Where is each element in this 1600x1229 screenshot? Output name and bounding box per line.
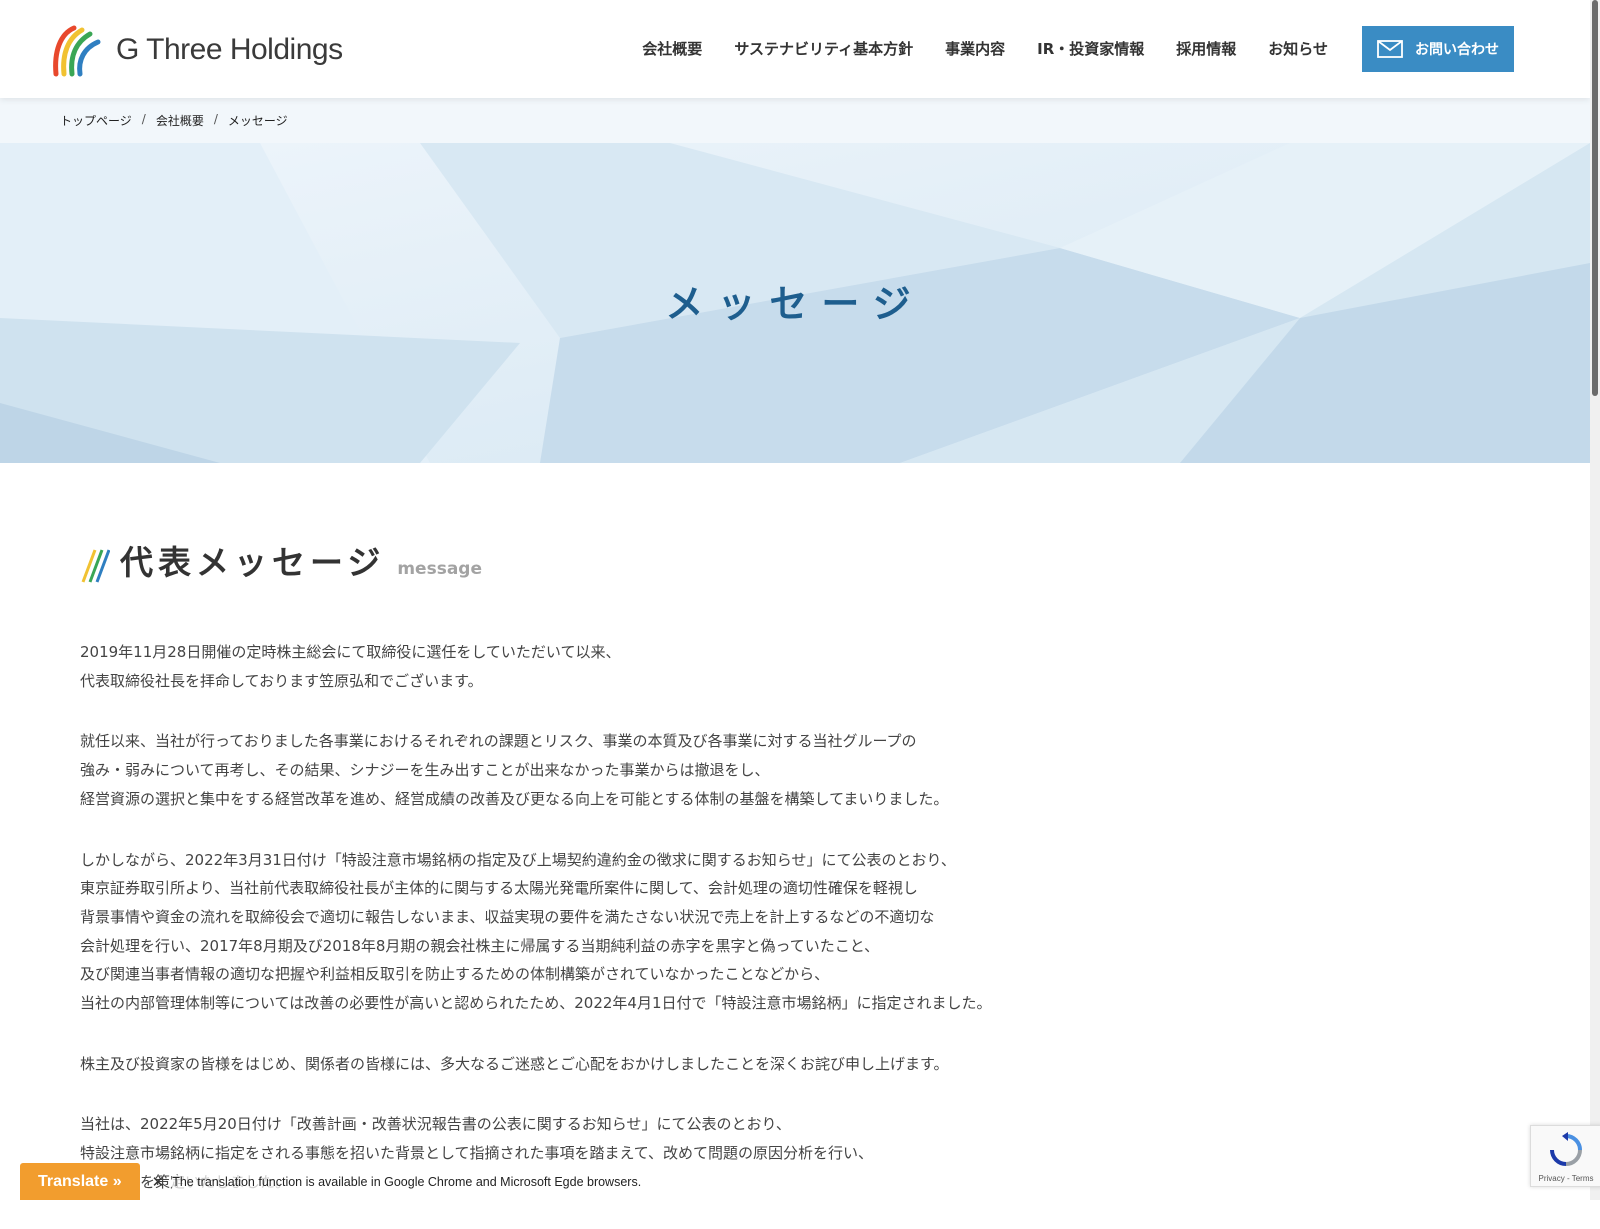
nav-item-company[interactable]: 会社概要 [642, 26, 702, 72]
section-heading: 代表メッセージ message [80, 536, 1180, 586]
site-header: G Three Holdings 会社概要 サステナビリティ基本方針 事業内容 … [0, 0, 1590, 98]
logo[interactable]: G Three Holdings [48, 22, 343, 78]
translate-button[interactable]: Translate » [20, 1163, 140, 1200]
text-line: 会計処理を行い、2017年8月期及び2018年8月期の親会社株主に帰属する当期純… [80, 936, 880, 955]
rainbow-arcs-logo-icon [53, 25, 101, 77]
recaptcha-icon [1550, 1132, 1582, 1166]
breadcrumb-separator: / [141, 112, 146, 126]
contact-button[interactable]: お問い合わせ [1362, 26, 1514, 72]
text-line: しかしながら、2022年3月31日付け「特設注意市場銘柄の指定及び上場契約違約金… [80, 850, 956, 869]
logo-text: G Three Holdings [116, 33, 343, 66]
translate-bar: Translate » ✕ The translation function i… [20, 1163, 642, 1200]
breadcrumb-company[interactable]: 会社概要 [156, 112, 204, 129]
section-subtitle: message [397, 559, 482, 579]
hero-banner: メッセージ [0, 143, 1590, 463]
breadcrumb-separator: / [213, 112, 218, 126]
nav-item-recruit[interactable]: 採用情報 [1176, 26, 1236, 72]
recaptcha-text[interactable]: Privacy - Terms [1531, 1174, 1600, 1183]
text-line: 就任以来、当社が行っておりました各事業におけるそれぞれの課題とリスク、事業の本質… [80, 732, 917, 751]
close-icon[interactable]: ✕ [152, 1173, 165, 1191]
text-line: 背景事情や資金の流れを取締役会で適切に報告しないまま、収益実現の要件を満たさない… [80, 907, 935, 926]
text-line: 強み・弱みについて再考し、その結果、シナジーを生み出すことが出来なかった事業から… [80, 761, 770, 780]
contact-button-label: お問い合わせ [1415, 42, 1499, 58]
text-line: 東京証券取引所より、当社前代表取締役社長が主体的に関与する太陽光発電所案件に関し… [80, 879, 918, 898]
section-title: 代表メッセージ [120, 543, 386, 582]
nav-item-news[interactable]: お知らせ [1268, 26, 1328, 72]
breadcrumb-current: メッセージ [227, 114, 288, 128]
text-line: 当社は、2022年5月20日付け「改善計画・改善状況報告書の公表に関するお知らせ… [80, 1115, 791, 1134]
breadcrumb: トップページ / 会社概要 / メッセージ [60, 112, 288, 129]
nav-item-business[interactable]: 事業内容 [945, 26, 1005, 72]
text-line: 経営資源の選択と集中をする経営改革を進め、経営成績の改善及び更なる向上を可能とす… [80, 789, 949, 808]
paragraph: 就任以来、当社が行っておりました各事業におけるそれぞれの課題とリスク、事業の本質… [80, 727, 1180, 813]
page-title: メッセージ [665, 282, 925, 326]
recaptcha-badge[interactable]: Privacy - Terms [1530, 1125, 1600, 1187]
breadcrumb-strip: トップページ / 会社概要 / メッセージ [0, 98, 1590, 143]
breadcrumb-top[interactable]: トップページ [60, 112, 132, 129]
text-line: 当社の内部管理体制等については改善の必要性が高いと認められたため、2022年4月… [80, 994, 992, 1013]
message-body: 2019年11月28日開催の定時株主総会にて取締役に選任をしていただいて以来、 … [80, 638, 1180, 1197]
paragraph: 2019年11月28日開催の定時株主総会にて取締役に選任をしていただいて以来、 … [80, 638, 1180, 695]
nav-item-sustainability[interactable]: サステナビリティ基本方針 [734, 26, 913, 72]
text-line: 及び関連当事者情報の適切な把握や利益相反取引を防止するための体制構築がされていな… [80, 965, 830, 984]
paragraph: しかしながら、2022年3月31日付け「特設注意市場銘柄の指定及び上場契約違約金… [80, 846, 1180, 1018]
scrollbar[interactable] [1590, 0, 1600, 1200]
mail-icon [1377, 40, 1403, 58]
main-nav: 会社概要 サステナビリティ基本方針 事業内容 IR・投資家情報 採用情報 お知ら… [610, 26, 1514, 72]
translate-note: The translation function is available in… [172, 1174, 642, 1189]
paragraph: 株主及び投資家の皆様をはじめ、関係者の皆様には、多大なるご迷惑とご心配をおかけし… [80, 1050, 1180, 1079]
text-line: 2019年11月28日開催の定時株主総会にて取締役に選任をしていただいて以来、 [80, 643, 621, 661]
scrollbar-thumb[interactable] [1592, 0, 1598, 396]
nav-item-ir[interactable]: IR・投資家情報 [1037, 26, 1144, 72]
text-line: 代表取締役社長を拝命しております笠原弘和でございます。 [80, 671, 483, 690]
text-line: 株主及び投資家の皆様をはじめ、関係者の皆様には、多大なるご迷惑とご心配をおかけし… [80, 1054, 949, 1073]
slash-icon [81, 549, 110, 583]
main-content: 代表メッセージ message 2019年11月28日開催の定時株主総会にて取締… [80, 536, 1180, 1229]
